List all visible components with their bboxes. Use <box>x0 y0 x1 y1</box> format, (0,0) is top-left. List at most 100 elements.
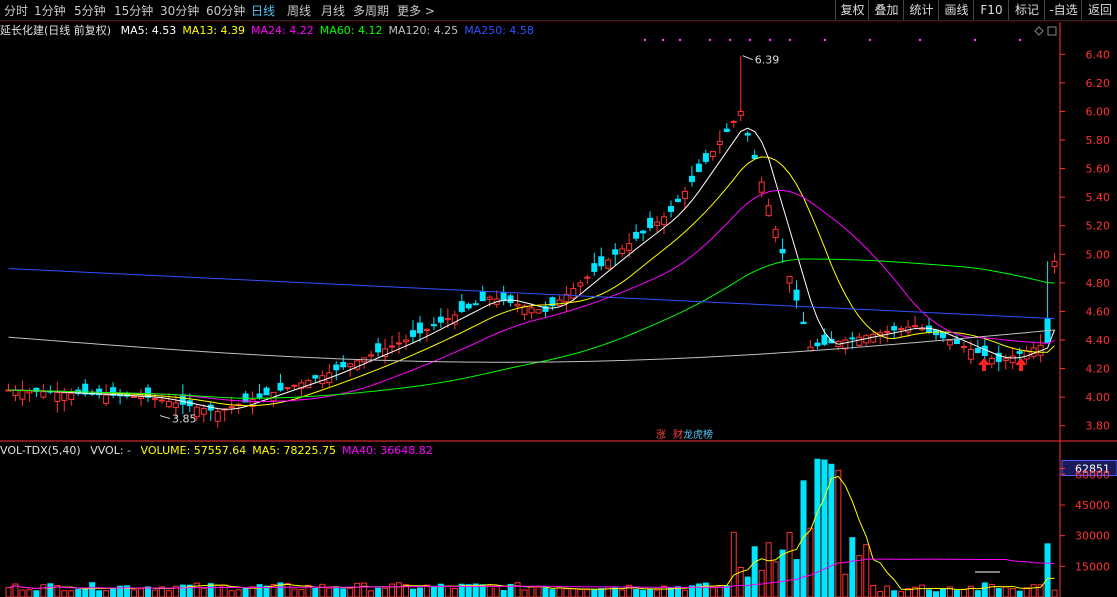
volume-bar <box>382 587 389 597</box>
candle-body <box>403 339 409 343</box>
volume-bar <box>842 573 849 597</box>
candle-body <box>800 321 807 325</box>
event-mark-finance: 财 <box>673 428 683 441</box>
volume-bar <box>807 527 814 597</box>
volume-bar <box>535 586 542 597</box>
candle-body <box>891 326 898 331</box>
candle-body <box>758 181 765 193</box>
candle-body <box>570 288 577 299</box>
volume-bar <box>528 586 535 597</box>
ma-line-0 <box>8 127 1056 410</box>
candle-body <box>709 150 716 158</box>
volume-bar <box>40 584 47 597</box>
candle-body <box>138 396 144 400</box>
candle-body <box>409 330 416 337</box>
top-dot-3 <box>708 38 712 42</box>
volume-bar <box>430 585 437 597</box>
volume-bar <box>75 588 82 597</box>
volume-bar <box>835 469 842 597</box>
candle-body <box>912 325 919 328</box>
candle-body <box>793 289 800 301</box>
volume-bar <box>598 588 605 597</box>
candle-body <box>68 392 75 400</box>
candle-body <box>500 292 507 302</box>
candle-body <box>1002 358 1009 361</box>
volume-bar <box>298 588 305 597</box>
candle-body <box>26 390 33 394</box>
top-dot-6 <box>768 38 772 42</box>
high-pointer <box>742 55 753 61</box>
diamond-icon <box>1034 26 1044 36</box>
candle-body <box>577 282 584 287</box>
candle-body <box>716 140 723 145</box>
volume-bar <box>493 585 500 597</box>
price-tick-label-5: 5.40 <box>1086 191 1111 204</box>
top-dot-4 <box>728 38 732 42</box>
candle-body <box>960 346 967 349</box>
candle-body <box>1009 355 1016 364</box>
volume-bar <box>396 582 403 597</box>
volume-bar <box>661 585 668 597</box>
candle-body <box>884 330 891 333</box>
candle-body <box>423 328 430 331</box>
candle-body <box>870 333 877 343</box>
kline-chart[interactable]: 6.40 6.20 6.00 5.80 5.60 5.40 5.20 5.00 4.80 4.60… <box>0 0 1117 597</box>
candle-body <box>375 343 382 353</box>
volume-bar <box>242 587 249 597</box>
high-price-label: 6.39 <box>755 54 780 67</box>
volume-bar <box>953 590 960 597</box>
candle-body <box>200 408 207 415</box>
candle-body <box>486 296 493 300</box>
volume-bar <box>89 582 96 597</box>
volume-bar <box>389 583 396 597</box>
volume-bar <box>521 589 528 597</box>
candle-body <box>702 153 709 162</box>
volume-bar <box>702 582 709 597</box>
price-tick-label-10: 4.40 <box>1086 334 1111 347</box>
volume-bar <box>151 589 158 597</box>
price-tick-label-8: 4.80 <box>1086 277 1111 290</box>
volume-bar <box>165 590 172 597</box>
candle-body <box>528 307 535 314</box>
volume-bar <box>974 590 981 597</box>
volume-bar <box>451 587 458 597</box>
event-mark-dragon-tiger: 龙虎榜 <box>683 428 713 441</box>
volume-bar <box>716 586 723 597</box>
candle-body <box>612 249 619 255</box>
volume-bar <box>695 583 702 597</box>
candle-body <box>723 128 730 132</box>
candle-body <box>172 402 179 408</box>
candle-body <box>640 230 647 234</box>
volume-bar <box>556 587 563 597</box>
volume-bar <box>668 587 674 597</box>
candle-body <box>953 338 960 345</box>
candle-body <box>144 387 151 398</box>
candle-body <box>598 256 605 267</box>
top-dot-10 <box>918 38 922 42</box>
candle-body <box>416 322 423 334</box>
candle-body <box>507 295 514 304</box>
volume-tick-label-1: 60000 <box>1075 468 1110 481</box>
volume-bar <box>500 590 507 597</box>
candle-body <box>647 217 654 228</box>
ma-line-1 <box>8 156 1055 407</box>
candle-body <box>626 243 633 251</box>
top-dot-7 <box>788 38 792 42</box>
volume-bar <box>870 584 877 597</box>
candle-body <box>103 394 110 404</box>
volume-bar <box>939 588 946 597</box>
volume-bar <box>347 587 354 597</box>
candle-body <box>967 349 974 360</box>
candle-body <box>368 354 375 357</box>
volume-bar <box>647 589 654 597</box>
price-tick-label-4: 5.60 <box>1086 163 1111 176</box>
volume-bar <box>326 587 333 597</box>
price-tick-label-7: 5.00 <box>1086 248 1111 261</box>
volume-bar <box>577 589 584 597</box>
candle-body <box>946 340 953 346</box>
volume-bar <box>898 591 905 597</box>
volume-bar <box>814 458 821 597</box>
volume-bar <box>640 589 647 597</box>
volume-bar <box>312 587 319 597</box>
candle-body <box>765 205 772 217</box>
